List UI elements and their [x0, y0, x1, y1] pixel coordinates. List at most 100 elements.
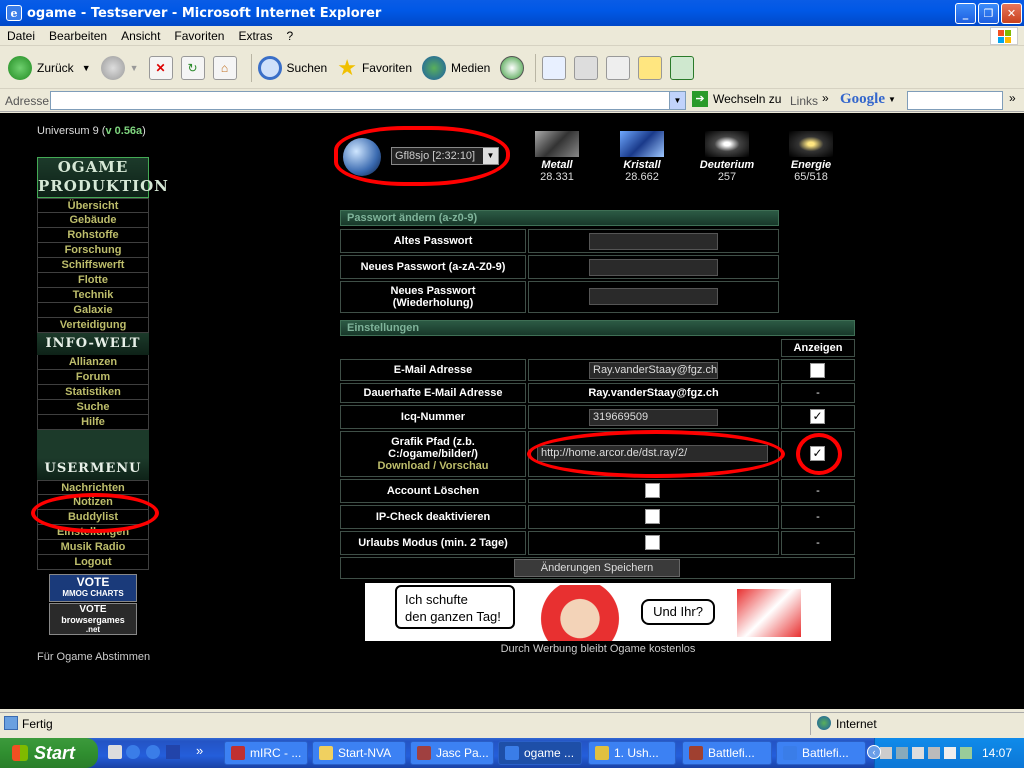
favorites-button[interactable]: ★ Favoriten — [337, 55, 412, 81]
perm-email-show: - — [781, 383, 855, 403]
menu-ansicht[interactable]: Ansicht — [114, 29, 167, 43]
nav-forum[interactable]: Forum — [37, 370, 149, 385]
nav-schiffswerft[interactable]: Schiffswerft — [37, 258, 149, 273]
back-dropdown-icon[interactable]: ▼ — [82, 63, 91, 73]
menu-datei[interactable]: Datei — [0, 29, 42, 43]
tray-expand-icon[interactable]: ‹ — [867, 745, 881, 759]
quicklaunch-ie2-icon[interactable] — [146, 745, 160, 759]
quicklaunch-chevron-icon[interactable]: » — [196, 743, 203, 758]
maximize-button[interactable]: ❐ — [978, 3, 999, 24]
tray-icon[interactable] — [911, 747, 924, 759]
minimize-button[interactable]: _ — [955, 3, 976, 24]
ad-banner[interactable]: Ich schufte den ganzen Tag! Und Ihr? — [365, 583, 831, 641]
old-password-input[interactable] — [589, 233, 718, 250]
history-icon[interactable] — [500, 55, 525, 80]
system-tray: ‹ 14:07 — [867, 738, 1024, 768]
network-icon[interactable] — [959, 747, 972, 759]
email-input[interactable]: Ray.vanderStaay@fgz.ch — [589, 362, 718, 379]
save-changes-button[interactable]: Änderungen Speichern — [514, 559, 680, 577]
google-search-input[interactable] — [907, 91, 1003, 110]
nav-forschung[interactable]: Forschung — [37, 243, 149, 258]
nav-statistiken[interactable]: Statistiken — [37, 385, 149, 400]
google-dropdown-icon[interactable]: ▼ — [888, 95, 896, 104]
nav-galaxie[interactable]: Galaxie — [37, 303, 149, 318]
email-show-checkbox[interactable] — [810, 363, 825, 378]
close-button[interactable]: ✕ — [1001, 3, 1022, 24]
task-battlefield-2[interactable]: Battlefi... — [776, 741, 866, 765]
media-button[interactable]: Medien — [422, 55, 490, 80]
page-content: Universum 9 (v 0.56a) OGAME PRODUKTION Ü… — [0, 113, 1024, 709]
new-password-input[interactable] — [589, 259, 718, 276]
forward-button[interactable]: ▼ — [100, 55, 139, 80]
task-ush[interactable]: 1. Ush... — [588, 741, 676, 765]
task-jasc-paint[interactable]: Jasc Pa... — [410, 741, 494, 765]
stop-icon[interactable]: ✕ — [148, 55, 173, 80]
ad-cards-image — [737, 589, 801, 637]
task-start-nva[interactable]: Start-NVA — [312, 741, 406, 765]
address-dropdown-icon[interactable]: ▼ — [669, 92, 685, 109]
menu-extras[interactable]: Extras — [231, 29, 279, 43]
home-icon[interactable]: ⌂ — [212, 55, 237, 80]
windows-logo-icon — [990, 27, 1018, 45]
search-button[interactable]: Suchen — [257, 55, 327, 80]
nav-suche[interactable]: Suche — [37, 400, 149, 415]
google-toolbar[interactable]: Google ▼ — [840, 91, 896, 108]
nav-logout[interactable]: Logout — [37, 555, 149, 570]
notes-icon[interactable] — [638, 55, 663, 80]
nav-rohstoffe[interactable]: Rohstoffe — [37, 228, 149, 243]
tray-icon[interactable] — [879, 747, 892, 759]
nav-uebersicht[interactable]: Übersicht — [37, 198, 149, 213]
nav-gebaeude[interactable]: Gebäude — [37, 213, 149, 228]
task-battlefield-1[interactable]: Battlefi... — [682, 741, 772, 765]
address-input[interactable]: ▼ — [50, 91, 686, 110]
tray-icon[interactable] — [927, 747, 940, 759]
ogame-production-banner: OGAME PRODUKTION — [37, 157, 168, 198]
edit-icon[interactable] — [606, 55, 631, 80]
menu-help[interactable]: ? — [279, 29, 300, 43]
nav-musik-radio[interactable]: Musik Radio — [37, 540, 149, 555]
print-icon[interactable] — [574, 55, 599, 80]
resource-name: Metall — [541, 159, 573, 171]
icq-icon[interactable] — [670, 55, 695, 80]
start-button[interactable]: Start — [0, 738, 98, 768]
links-chevron-icon[interactable]: » — [822, 91, 829, 105]
vote2-suffix: .net — [85, 625, 101, 634]
energy-icon — [789, 131, 833, 157]
vote-mmog-charts-banner[interactable]: VOTE MMOG CHARTS — [49, 574, 137, 602]
google-logo: Google — [840, 91, 885, 107]
nav-hilfe[interactable]: Hilfe — [37, 415, 149, 430]
quicklaunch-app-icon[interactable] — [166, 745, 180, 759]
go-button[interactable]: ➔ Wechseln zu — [692, 91, 781, 107]
quicklaunch-ie-icon[interactable] — [126, 745, 140, 759]
quicklaunch-desktop-icon[interactable] — [108, 745, 122, 759]
icq-input[interactable]: 319669509 — [589, 409, 718, 426]
nav-flotte[interactable]: Flotte — [37, 273, 149, 288]
volume-icon[interactable] — [943, 747, 956, 759]
links-label[interactable]: Links — [790, 94, 818, 108]
toolbar-separator — [250, 53, 252, 82]
google-chevron-icon[interactable]: » — [1009, 91, 1016, 105]
vacation-checkbox[interactable] — [645, 535, 660, 550]
ipcheck-checkbox[interactable] — [645, 509, 660, 524]
menu-bearbeiten[interactable]: Bearbeiten — [42, 29, 114, 43]
nav-verteidigung[interactable]: Verteidigung — [37, 318, 149, 333]
icq-show-checkbox[interactable]: ✓ — [810, 409, 825, 424]
vote-browsergames-banner[interactable]: VOTE browsergames .net — [49, 603, 137, 635]
mail-icon[interactable] — [542, 55, 567, 80]
repeat-password-input[interactable] — [589, 288, 718, 305]
info-welt-banner: INFO-WELT — [37, 333, 149, 355]
task-ogame[interactable]: ogame ... — [498, 741, 582, 765]
nav-allianzen[interactable]: Allianzen — [37, 355, 149, 370]
tray-icon[interactable] — [895, 747, 908, 759]
nav-technik[interactable]: Technik — [37, 288, 149, 303]
menu-favoriten[interactable]: Favoriten — [167, 29, 231, 43]
refresh-icon[interactable]: ↻ — [180, 55, 205, 80]
task-label: Start-NVA — [338, 746, 392, 760]
account-delete-checkbox[interactable] — [645, 483, 660, 498]
ie-icon — [783, 746, 797, 760]
back-button[interactable]: Zurück ▼ — [8, 55, 91, 80]
download-preview-link[interactable]: Download / Vorschau — [377, 460, 488, 472]
task-mirc[interactable]: mIRC - ... — [224, 741, 308, 765]
forward-dropdown-icon[interactable]: ▼ — [130, 63, 139, 73]
task-label: Battlefi... — [802, 746, 849, 760]
